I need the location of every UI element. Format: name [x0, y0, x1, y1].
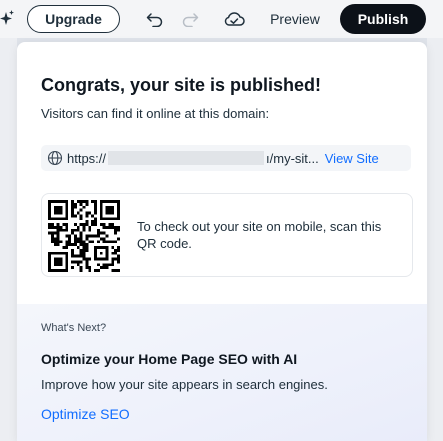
site-url-prefix: https:// — [67, 150, 107, 166]
top-toolbar: Upgrade Preview Publish — [0, 0, 443, 38]
qr-card: To check out your site on mobile, scan t… — [41, 193, 413, 277]
site-url-suffix: ı/my-sit... — [266, 150, 319, 166]
cloud-save-icon[interactable] — [222, 9, 246, 29]
upgrade-button[interactable]: Upgrade — [27, 5, 120, 33]
globe-icon — [47, 150, 63, 166]
qr-instructions: To check out your site on mobile, scan t… — [137, 219, 382, 251]
undo-icon[interactable] — [145, 9, 165, 29]
redacted-domain — [108, 151, 265, 165]
whats-next-section: What's Next? Optimize your Home Page SEO… — [17, 304, 427, 441]
whats-next-label: What's Next? — [41, 322, 107, 334]
whats-next-description: Improve how your site appears in search … — [41, 377, 328, 392]
panel-subtitle: Visitors can find it online at this doma… — [41, 106, 270, 121]
site-url-box: https:// ı/my-sit... View Site — [41, 145, 411, 171]
whats-next-title: Optimize your Home Page SEO with AI — [41, 351, 298, 367]
view-site-link[interactable]: View Site — [325, 151, 379, 166]
optimize-seo-link[interactable]: Optimize SEO — [41, 406, 130, 422]
panel-title: Congrats, your site is published! — [41, 75, 322, 95]
preview-button[interactable]: Preview — [262, 5, 328, 33]
redo-icon[interactable] — [180, 9, 200, 29]
published-panel: Congrats, your site is published! Visito… — [17, 42, 427, 441]
editor-canvas-edge — [427, 38, 443, 441]
sparkle-icon[interactable] — [0, 10, 14, 28]
editor-canvas-edge — [0, 38, 17, 441]
qr-code — [48, 200, 120, 272]
publish-button[interactable]: Publish — [340, 4, 426, 34]
